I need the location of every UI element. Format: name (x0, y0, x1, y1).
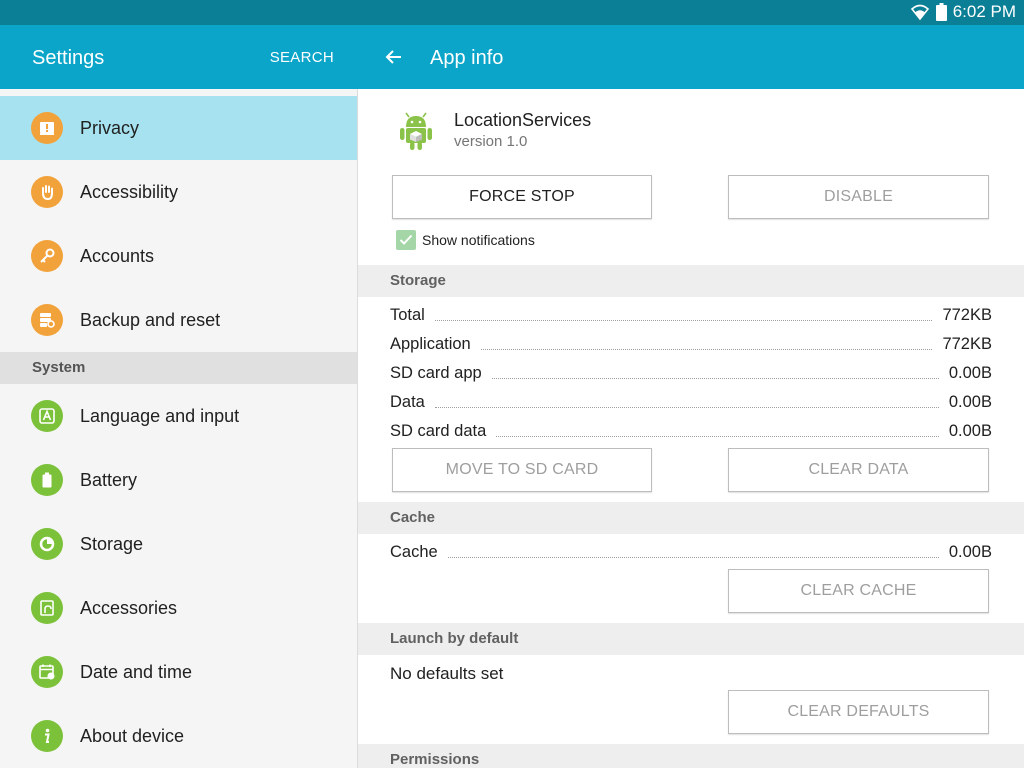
backup-icon (31, 304, 63, 336)
status-bar: 6:02 PM (0, 0, 1024, 25)
battery-icon (31, 464, 63, 496)
back-arrow-icon[interactable] (384, 47, 404, 67)
app-info-header: App info (358, 25, 1024, 89)
sidebar-item-privacy[interactable]: Privacy (0, 96, 357, 160)
dotted-leader (434, 309, 933, 321)
settings-title: Settings (32, 47, 105, 69)
clear-data-button[interactable]: CLEAR DATA (728, 448, 989, 492)
cache-row: Cache 0.00B (390, 540, 992, 564)
dotted-leader (480, 338, 933, 350)
sidebar-item-label: Privacy (80, 118, 140, 138)
storage-row-sd-card-app: SD card app 0.00B (390, 361, 992, 385)
privacy-icon (31, 112, 63, 144)
storage-row-value: 772KB (942, 305, 992, 324)
sidebar-item-label: Date and time (80, 662, 193, 682)
dotted-leader (496, 425, 939, 437)
sidebar-item-storage[interactable]: Storage (0, 512, 357, 576)
storage-row-value: 0.00B (948, 421, 992, 440)
sidebar-item-accessories[interactable]: Accessories (0, 576, 357, 640)
battery-status-icon (935, 3, 947, 21)
settings-sidebar: Privacy Accessibility Accounts Backup an… (0, 89, 357, 768)
storage-row-label: SD card app (390, 363, 482, 382)
force-stop-button[interactable]: FORCE STOP (392, 175, 652, 219)
storage-row-label: Data (390, 392, 425, 411)
sidebar-item-accessibility[interactable]: Accessibility (0, 160, 357, 224)
system-section-header: System (0, 352, 357, 384)
dotted-leader (491, 367, 939, 379)
sidebar-item-label: Battery (80, 470, 138, 490)
language-icon (31, 400, 63, 432)
cache-row-label: Cache (390, 542, 438, 561)
sidebar-item-label: Accessibility (80, 182, 179, 202)
status-icons: 6:02 PM (910, 2, 1016, 22)
app-version: version 1.0 (454, 133, 528, 150)
dotted-leader (447, 546, 939, 558)
storage-row-label: Application (390, 334, 471, 353)
cache-section-header: Cache (358, 502, 1024, 534)
page-title: App info (430, 47, 504, 69)
sidebar-item-label: Backup and reset (80, 310, 221, 330)
sidebar-item-label: Language and input (80, 406, 240, 426)
storage-row-total: Total 772KB (390, 303, 992, 327)
show-notifications-toggle[interactable]: Show notifications (396, 230, 535, 250)
permissions-section-header: Permissions (358, 744, 1024, 768)
disable-button[interactable]: DISABLE (728, 175, 989, 219)
sidebar-item-accounts[interactable]: Accounts (0, 224, 357, 288)
sidebar-item-battery[interactable]: Battery (0, 448, 357, 512)
key-icon (31, 240, 63, 272)
storage-section-header: Storage (358, 265, 1024, 297)
show-notifications-label: Show notifications (422, 232, 535, 248)
clear-cache-button[interactable]: CLEAR CACHE (728, 569, 989, 613)
storage-row-value: 772KB (942, 334, 992, 353)
sidebar-item-date-time[interactable]: Date and time (0, 640, 357, 704)
dotted-leader (434, 396, 939, 408)
clear-defaults-button[interactable]: CLEAR DEFAULTS (728, 690, 989, 734)
checkbox-checked-icon[interactable] (396, 230, 416, 250)
status-time: 6:02 PM (952, 2, 1016, 21)
accessories-icon (31, 592, 63, 624)
android-app-icon (392, 105, 440, 153)
storage-row-data: Data 0.00B (390, 390, 992, 414)
app-name: LocationServices (454, 110, 592, 130)
storage-row-label: Total (390, 305, 425, 324)
sidebar-item-label: Accessories (80, 598, 178, 618)
sidebar-item-label: Storage (80, 534, 144, 554)
search-button[interactable]: SEARCH (270, 49, 334, 66)
settings-header: Settings SEARCH (0, 25, 358, 89)
no-defaults-text: No defaults set (390, 664, 504, 683)
storage-row-sd-card-data: SD card data 0.00B (390, 419, 992, 443)
storage-row-application: Application 772KB (390, 332, 992, 356)
launch-by-default-section-header: Launch by default (358, 623, 1024, 655)
hand-icon (31, 176, 63, 208)
wifi-icon (910, 3, 930, 21)
sidebar-item-language[interactable]: Language and input (0, 384, 357, 448)
calendar-icon (31, 656, 63, 688)
cache-row-value: 0.00B (948, 542, 992, 561)
storage-row-value: 0.00B (948, 363, 992, 382)
sidebar-item-about[interactable]: About device (0, 704, 357, 768)
move-to-sd-card-button[interactable]: MOVE TO SD CARD (392, 448, 652, 492)
app-info-pane: LocationServices version 1.0 FORCE STOP … (358, 89, 1024, 768)
sidebar-item-backup[interactable]: Backup and reset (0, 288, 357, 352)
sidebar-item-label: About device (80, 726, 185, 746)
storage-row-label: SD card data (390, 421, 487, 440)
info-icon (31, 720, 63, 752)
storage-row-value: 0.00B (948, 392, 992, 411)
sidebar-item-label: Accounts (80, 246, 155, 266)
storage-icon (31, 528, 63, 560)
